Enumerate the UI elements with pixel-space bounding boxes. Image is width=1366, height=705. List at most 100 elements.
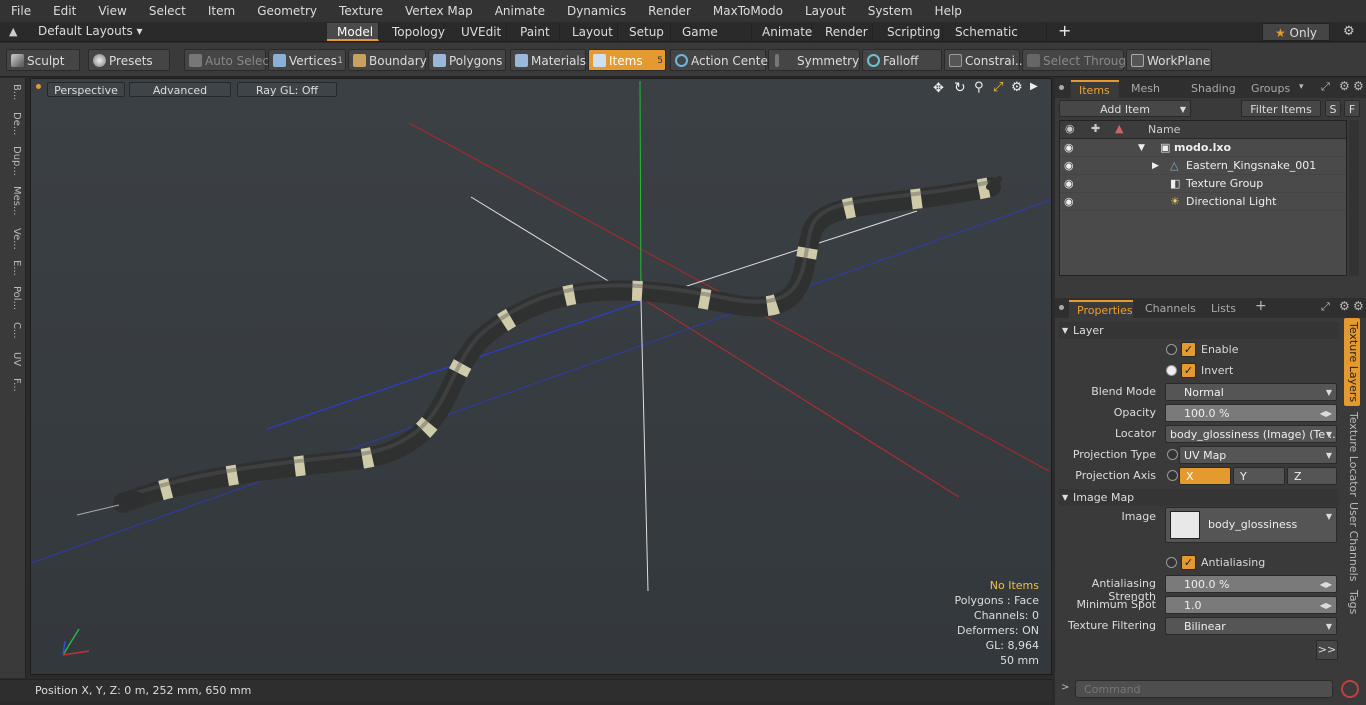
f-button[interactable]: F	[1344, 100, 1360, 117]
tab-model[interactable]: Model	[327, 23, 379, 41]
side-tab-user-channels[interactable]: User Channels	[1344, 502, 1360, 582]
item-row-mesh[interactable]: ◉ ▶ △ Eastern_Kingsnake_001	[1060, 157, 1346, 175]
workplane-button[interactable]: WorkPlane	[1126, 49, 1212, 71]
visibility-eye-icon[interactable]: ◉	[1064, 193, 1074, 211]
image-map-section[interactable]: ▼ Image Map	[1059, 489, 1339, 506]
select-through-button[interactable]: Select Through	[1022, 49, 1134, 71]
slider-arrows-icon[interactable]: ◀▶	[1320, 576, 1332, 594]
panel-options-icon[interactable]: ⚙	[1353, 79, 1364, 93]
menu-system[interactable]: System	[857, 0, 924, 22]
raygl-toggle[interactable]: Ray GL: Off	[237, 82, 337, 97]
maximize-view-icon[interactable]: ⤢	[993, 80, 1003, 95]
projection-type-radio[interactable]	[1167, 449, 1178, 460]
visibility-eye-icon[interactable]: ◉	[1064, 157, 1074, 175]
boundary-button[interactable]: Boundary	[348, 49, 427, 71]
tab-properties[interactable]: Properties	[1069, 300, 1133, 318]
constraints-button[interactable]: Constrai...	[944, 49, 1026, 71]
menu-view[interactable]: View	[87, 0, 137, 22]
command-record-icon[interactable]	[1341, 680, 1359, 698]
minimum-spot-slider[interactable]: 1.0 ◀▶	[1165, 596, 1337, 614]
strip-tab-vertex[interactable]: Ve...	[4, 228, 22, 250]
visibility-eye-icon[interactable]: ◉	[1064, 139, 1074, 157]
tab-paint[interactable]: Paint	[510, 23, 560, 41]
menu-geometry[interactable]: Geometry	[246, 0, 328, 22]
side-tab-tags[interactable]: Tags	[1344, 586, 1360, 618]
add-item-button[interactable]: Add Item ▼	[1059, 100, 1191, 117]
advanced-shading-button[interactable]: Advanced	[129, 82, 231, 97]
tab-channels[interactable]: Channels	[1137, 300, 1197, 318]
tab-groups[interactable]: Groups	[1243, 80, 1299, 98]
menu-vertex-map[interactable]: Vertex Map	[394, 0, 484, 22]
rotate-view-icon[interactable]: ↻	[954, 80, 966, 96]
item-row-scene[interactable]: ◉ ▼ ▣ modo.lxo	[1060, 139, 1346, 157]
layout-menu-icon[interactable]: ▲	[9, 25, 17, 38]
blend-mode-dropdown[interactable]: Normal ▼	[1165, 383, 1337, 401]
tab-setup[interactable]: Setup	[619, 23, 671, 41]
tab-scripting[interactable]: Scripting	[877, 23, 943, 41]
item-row-texture-group[interactable]: ◉ ◧ Texture Group	[1060, 175, 1346, 193]
menu-maxtomodo[interactable]: MaxToModo	[702, 0, 794, 22]
tabs-dropdown-icon[interactable]: ▾	[1299, 82, 1304, 92]
menu-texture[interactable]: Texture	[328, 0, 394, 22]
items-button[interactable]: Items 5	[588, 49, 666, 71]
layer-section[interactable]: ▼ Layer	[1059, 322, 1339, 339]
menu-edit[interactable]: Edit	[42, 0, 87, 22]
panel-menu-dot-icon[interactable]	[1059, 85, 1064, 90]
menu-file[interactable]: File	[0, 0, 42, 22]
tab-lists[interactable]: Lists	[1203, 300, 1247, 318]
polygons-button[interactable]: Polygons	[428, 49, 506, 71]
strip-tab-deform[interactable]: De...	[4, 112, 22, 135]
axis-z-button[interactable]: Z	[1287, 467, 1337, 485]
props-options-icon[interactable]: ⚙	[1353, 299, 1364, 313]
command-input[interactable]	[1075, 680, 1333, 698]
strip-tab-uv[interactable]: UV	[4, 352, 22, 366]
item-row-light[interactable]: ◉ ☀ Directional Light	[1060, 193, 1346, 211]
filter-items-button[interactable]: Filter Items	[1241, 100, 1321, 117]
expand-arrow-icon[interactable]: ▶	[1152, 157, 1159, 175]
aa-strength-slider[interactable]: 100.0 % ◀▶	[1165, 575, 1337, 593]
viewport-expand-arrow-icon[interactable]: ▶	[1030, 81, 1038, 92]
perspective-view-button[interactable]: Perspective	[47, 82, 125, 97]
props-expand-icon[interactable]: ⤢	[1321, 300, 1330, 314]
presets-button[interactable]: Presets	[88, 49, 170, 71]
tab-render[interactable]: Render	[815, 23, 873, 41]
add-props-tab-button[interactable]: +	[1255, 298, 1267, 314]
projection-type-dropdown[interactable]: UV Map ▼	[1179, 446, 1337, 464]
item-list-scrollbar[interactable]	[1349, 120, 1359, 276]
props-menu-dot-icon[interactable]	[1059, 305, 1064, 310]
visibility-eye-icon[interactable]: ◉	[1064, 175, 1074, 193]
settings-gear-icon[interactable]: ⚙	[1343, 24, 1355, 39]
menu-render[interactable]: Render	[637, 0, 702, 22]
action-center-button[interactable]: Action Center	[670, 49, 773, 71]
strip-tab-duplicate[interactable]: Dup...	[4, 146, 22, 176]
s-button[interactable]: S	[1325, 100, 1341, 117]
projection-axis-radio[interactable]	[1167, 470, 1178, 481]
strip-tab-polygon[interactable]: Pol...	[4, 286, 22, 310]
viewport-menu-dot-icon[interactable]	[36, 84, 41, 89]
menu-help[interactable]: Help	[924, 0, 973, 22]
strip-tab-basic[interactable]: B...	[4, 84, 22, 100]
menu-item[interactable]: Item	[197, 0, 246, 22]
tab-schematic-fusion[interactable]: Schematic Fusion	[945, 23, 1047, 57]
tab-topology[interactable]: Topology	[382, 23, 445, 41]
menu-dynamics[interactable]: Dynamics	[556, 0, 637, 22]
strip-tab-fusion[interactable]: F...	[4, 378, 22, 392]
tab-mesh[interactable]: Mesh ...	[1123, 80, 1181, 113]
panel-gear-icon[interactable]: ⚙	[1339, 79, 1350, 93]
strip-tab-edge[interactable]: E...	[4, 260, 22, 276]
enable-checkbox[interactable]: ✓	[1181, 342, 1196, 357]
falloff-button[interactable]: Falloff	[862, 49, 942, 71]
add-tab-button[interactable]: +	[1058, 21, 1071, 40]
move-view-icon[interactable]: ✥	[933, 81, 944, 96]
menu-select[interactable]: Select	[138, 0, 197, 22]
axis-x-button[interactable]: X	[1179, 467, 1231, 485]
axis-y-button[interactable]: Y	[1233, 467, 1285, 485]
tab-shading[interactable]: Shading	[1183, 80, 1241, 98]
sculpt-button[interactable]: Sculpt	[6, 49, 80, 71]
enable-radio[interactable]	[1166, 344, 1177, 355]
image-dropdown[interactable]: body_glossiness ▼	[1165, 507, 1337, 543]
strip-tab-mesh[interactable]: Mes...	[4, 186, 22, 216]
tab-items[interactable]: Items	[1071, 80, 1119, 98]
name-column-header[interactable]: Name	[1148, 123, 1180, 136]
tab-animate[interactable]: Animate	[752, 23, 812, 41]
